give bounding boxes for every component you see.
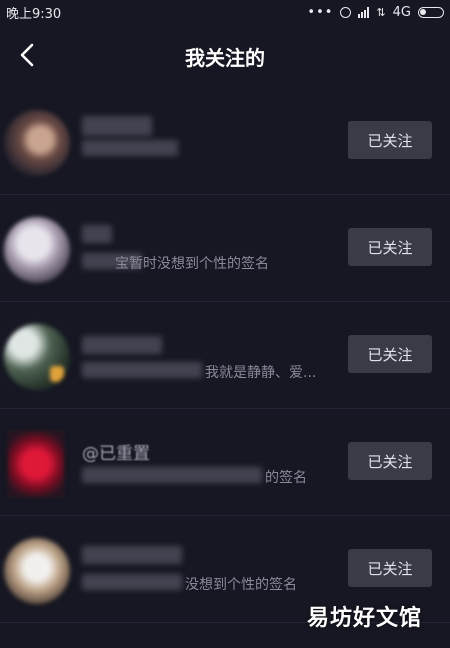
status-time: 晚上9:30: [6, 6, 62, 22]
more-dots-icon: •••: [307, 4, 334, 20]
following-screen: 晚上9:30 ••• ⇅ 4G 我关注的 已关注 宝暂时没想到个性的签名 已关注…: [0, 0, 450, 648]
list-item[interactable]: 我就是静静、爱... 已关注: [0, 302, 450, 409]
avatar[interactable]: [8, 431, 64, 497]
avatar[interactable]: [4, 110, 70, 176]
signal-icon: [358, 6, 370, 18]
alarm-icon: [340, 6, 352, 18]
watermark: 易坊好文馆: [306, 606, 422, 631]
page-title: 我关注的: [185, 46, 265, 70]
signature: 我就是静静、爱...: [205, 365, 317, 381]
no-signal-icon: ⇅: [376, 5, 386, 19]
signature: 的签名: [265, 470, 307, 486]
following-button[interactable]: 已关注: [348, 335, 432, 373]
list-item[interactable]: @已重置 的签名 已关注: [0, 409, 450, 516]
list-item[interactable]: 宝暂时没想到个性的签名 已关注: [0, 195, 450, 302]
status-bar: 晚上9:30 ••• ⇅ 4G: [0, 0, 450, 24]
username: @已重置: [82, 444, 150, 464]
following-button[interactable]: 已关注: [348, 442, 432, 480]
network-type: 4G: [392, 4, 411, 20]
following-button[interactable]: 已关注: [348, 228, 432, 266]
avatar[interactable]: [4, 324, 70, 390]
list-item[interactable]: 已关注: [0, 88, 450, 195]
avatar[interactable]: [4, 538, 70, 604]
nav-bar: 我关注的: [0, 24, 450, 90]
avatar[interactable]: [4, 217, 70, 283]
follow-list: 已关注 宝暂时没想到个性的签名 已关注 我就是静静、爱... 已关注 @已重置 …: [0, 88, 450, 623]
following-button[interactable]: 已关注: [348, 121, 432, 159]
signature: 没想到个性的签名: [185, 577, 297, 593]
battery-icon: [418, 6, 444, 18]
signature: 宝暂时没想到个性的签名: [115, 256, 269, 272]
following-button[interactable]: 已关注: [348, 549, 432, 587]
